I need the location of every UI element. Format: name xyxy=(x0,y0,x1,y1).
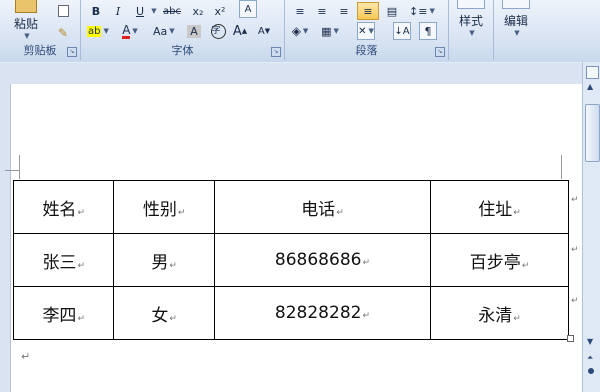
shrink-font-button[interactable]: A ▼ xyxy=(255,22,273,40)
clear-formatting-icon: A xyxy=(244,3,252,15)
chinese-layout-button[interactable]: ✕ ▼ xyxy=(357,22,375,40)
show-marks-button[interactable]: ¶ xyxy=(419,22,437,40)
crop-mark xyxy=(19,155,20,179)
paragraph-group: ≡ ≡ ≡ ≡ ▤ ↕≡ ▼ ◈ ▼ ▦ ▼ ✕ ▼ ↓A ¶ 段落 ↘ xyxy=(285,0,449,60)
table-resize-handle[interactable] xyxy=(567,335,574,342)
copy-icon xyxy=(57,5,69,17)
superscript-button[interactable]: x² xyxy=(211,2,229,20)
enclose-characters-button[interactable]: 字 xyxy=(209,22,227,40)
highlight-button[interactable]: ab ▼ xyxy=(87,22,109,40)
styles-dropdown-icon: ▼ xyxy=(469,29,475,37)
borders-button[interactable]: ▦ ▼ xyxy=(321,22,339,40)
editing-button[interactable]: 编辑 ▼ xyxy=(494,0,538,37)
table-cell[interactable]: 永清↵ xyxy=(430,286,569,340)
paint-bucket-icon: ◈ xyxy=(291,24,301,38)
paragraph-mark: ↵ xyxy=(21,350,31,363)
format-painter-icon: ✎ xyxy=(57,26,69,40)
align-right-button[interactable]: ≡ xyxy=(335,2,353,20)
italic-button[interactable]: I xyxy=(109,2,127,20)
distributed-button[interactable]: ▤ xyxy=(383,2,401,20)
enclose-characters-icon: 字 xyxy=(210,23,226,39)
shading-button[interactable]: ◈ ▼ xyxy=(291,22,309,40)
sort-button[interactable]: ↓A xyxy=(393,22,411,40)
underline-button[interactable]: U xyxy=(131,2,149,20)
font-color-icon: A xyxy=(122,22,131,39)
align-center-icon: ≡ xyxy=(317,4,327,18)
font-group: B I U ▼ abc x₂ x² A ab ▼ A ▼ Aa ▼ A 字 A ▲ A ▼… xyxy=(81,0,285,60)
editing-icon xyxy=(502,0,530,9)
paste-icon xyxy=(15,0,37,13)
copy-button[interactable] xyxy=(54,2,72,20)
clipboard-launcher-icon[interactable]: ↘ xyxy=(67,47,77,57)
align-center-button[interactable]: ≡ xyxy=(313,2,331,20)
scrollbar-thumb[interactable] xyxy=(585,104,600,162)
paragraph-launcher-icon[interactable]: ↘ xyxy=(435,47,445,57)
font-launcher-icon[interactable]: ↘ xyxy=(271,47,281,57)
format-painter-button[interactable]: ✎ xyxy=(54,24,72,42)
distributed-icon: ▤ xyxy=(386,4,398,18)
paste-dropdown-icon: ▼ xyxy=(24,32,30,40)
end-of-row-mark: ↵ xyxy=(571,245,579,255)
styles-button[interactable]: 样式 ▼ xyxy=(449,0,493,37)
subscript-button[interactable]: x₂ xyxy=(189,2,207,20)
end-of-row-mark: ↵ xyxy=(571,195,579,205)
table-cell[interactable]: 82828282↵ xyxy=(213,286,432,340)
font-color-button[interactable]: A ▼ xyxy=(121,22,139,40)
table-row: 张三↵ 男↵ 86868686↵ 百步亭↵ xyxy=(12,233,569,287)
ruler-toggle-icon[interactable] xyxy=(586,66,599,79)
crop-mark xyxy=(561,155,562,179)
clipboard-group: 粘贴 ▼ ✎ 剪贴板 ↘ xyxy=(0,0,81,60)
align-left-button[interactable]: ≡ xyxy=(291,2,309,20)
font-group-label: 字体 xyxy=(171,44,194,57)
browse-object-icon[interactable] xyxy=(588,368,594,374)
table-cell[interactable]: 性别↵ xyxy=(113,180,215,234)
underline-dropdown-icon[interactable]: ▼ xyxy=(149,2,157,20)
table-cell[interactable]: 女↵ xyxy=(113,286,215,340)
previous-page-icon[interactable]: ⏶ xyxy=(587,353,593,363)
styles-icon xyxy=(457,0,485,9)
table-cell[interactable]: 男↵ xyxy=(113,233,215,287)
strikethrough-button[interactable]: abc xyxy=(163,2,181,20)
bold-button[interactable]: B xyxy=(87,2,105,20)
table-cell[interactable]: 住址↵ xyxy=(430,180,569,234)
character-shading-icon: A xyxy=(187,24,201,38)
justify-icon: ≡ xyxy=(363,4,373,18)
table-cell[interactable]: 86868686↵ xyxy=(213,233,432,287)
table-cell[interactable]: 百步亭↵ xyxy=(430,233,569,287)
justify-button[interactable]: ≡ xyxy=(357,2,379,20)
crop-mark xyxy=(5,170,19,171)
borders-icon: ▦ xyxy=(321,24,332,38)
grow-font-button[interactable]: A ▲ xyxy=(231,22,249,40)
character-shading-button[interactable]: A xyxy=(185,22,203,40)
styles-group: 样式 ▼ xyxy=(449,0,494,60)
scroll-down-icon[interactable]: ▼ xyxy=(587,337,593,346)
line-spacing-button[interactable]: ↕≡ ▼ xyxy=(409,2,435,20)
editing-dropdown-icon: ▼ xyxy=(514,29,520,37)
table-cell[interactable]: 电话↵ xyxy=(213,180,432,234)
align-left-icon: ≡ xyxy=(295,4,305,18)
data-table[interactable]: 姓名↵ 性别↵ 电话↵ 住址↵ 张三↵ 男↵ 86868686↵ 百步亭↵ 李四… xyxy=(12,180,569,340)
change-case-button[interactable]: Aa ▼ xyxy=(153,22,175,40)
table-header-row: 姓名↵ 性别↵ 电话↵ 住址↵ xyxy=(12,180,569,234)
chinese-layout-icon: ✕ xyxy=(358,25,367,37)
ribbon: 粘贴 ▼ ✎ 剪贴板 ↘ B I U ▼ abc x₂ x² A ab ▼ A ▼ … xyxy=(0,0,600,63)
table-row: 李四↵ 女↵ 82828282↵ 永清↵ xyxy=(12,286,569,340)
sort-icon: ↓A xyxy=(394,25,410,37)
align-right-icon: ≡ xyxy=(339,4,349,18)
line-spacing-icon: ↕≡ xyxy=(409,4,428,18)
editing-group: 编辑 ▼ xyxy=(494,0,538,60)
table-cell[interactable]: 姓名↵ xyxy=(12,180,115,234)
clear-formatting-button[interactable]: A xyxy=(239,0,257,18)
pilcrow-icon: ¶ xyxy=(424,24,432,38)
paste-button[interactable]: 粘贴 ▼ xyxy=(6,0,46,44)
table-cell[interactable]: 李四↵ xyxy=(12,286,115,340)
paragraph-group-label: 段落 xyxy=(355,44,378,57)
table-cell[interactable]: 张三↵ xyxy=(12,233,115,287)
scroll-up-icon[interactable]: ▲ xyxy=(587,82,593,91)
vertical-scrollbar[interactable]: ▲ ▼ ⏶ xyxy=(582,62,600,392)
end-of-row-mark: ↵ xyxy=(571,296,579,306)
highlight-icon: ab xyxy=(87,25,102,37)
